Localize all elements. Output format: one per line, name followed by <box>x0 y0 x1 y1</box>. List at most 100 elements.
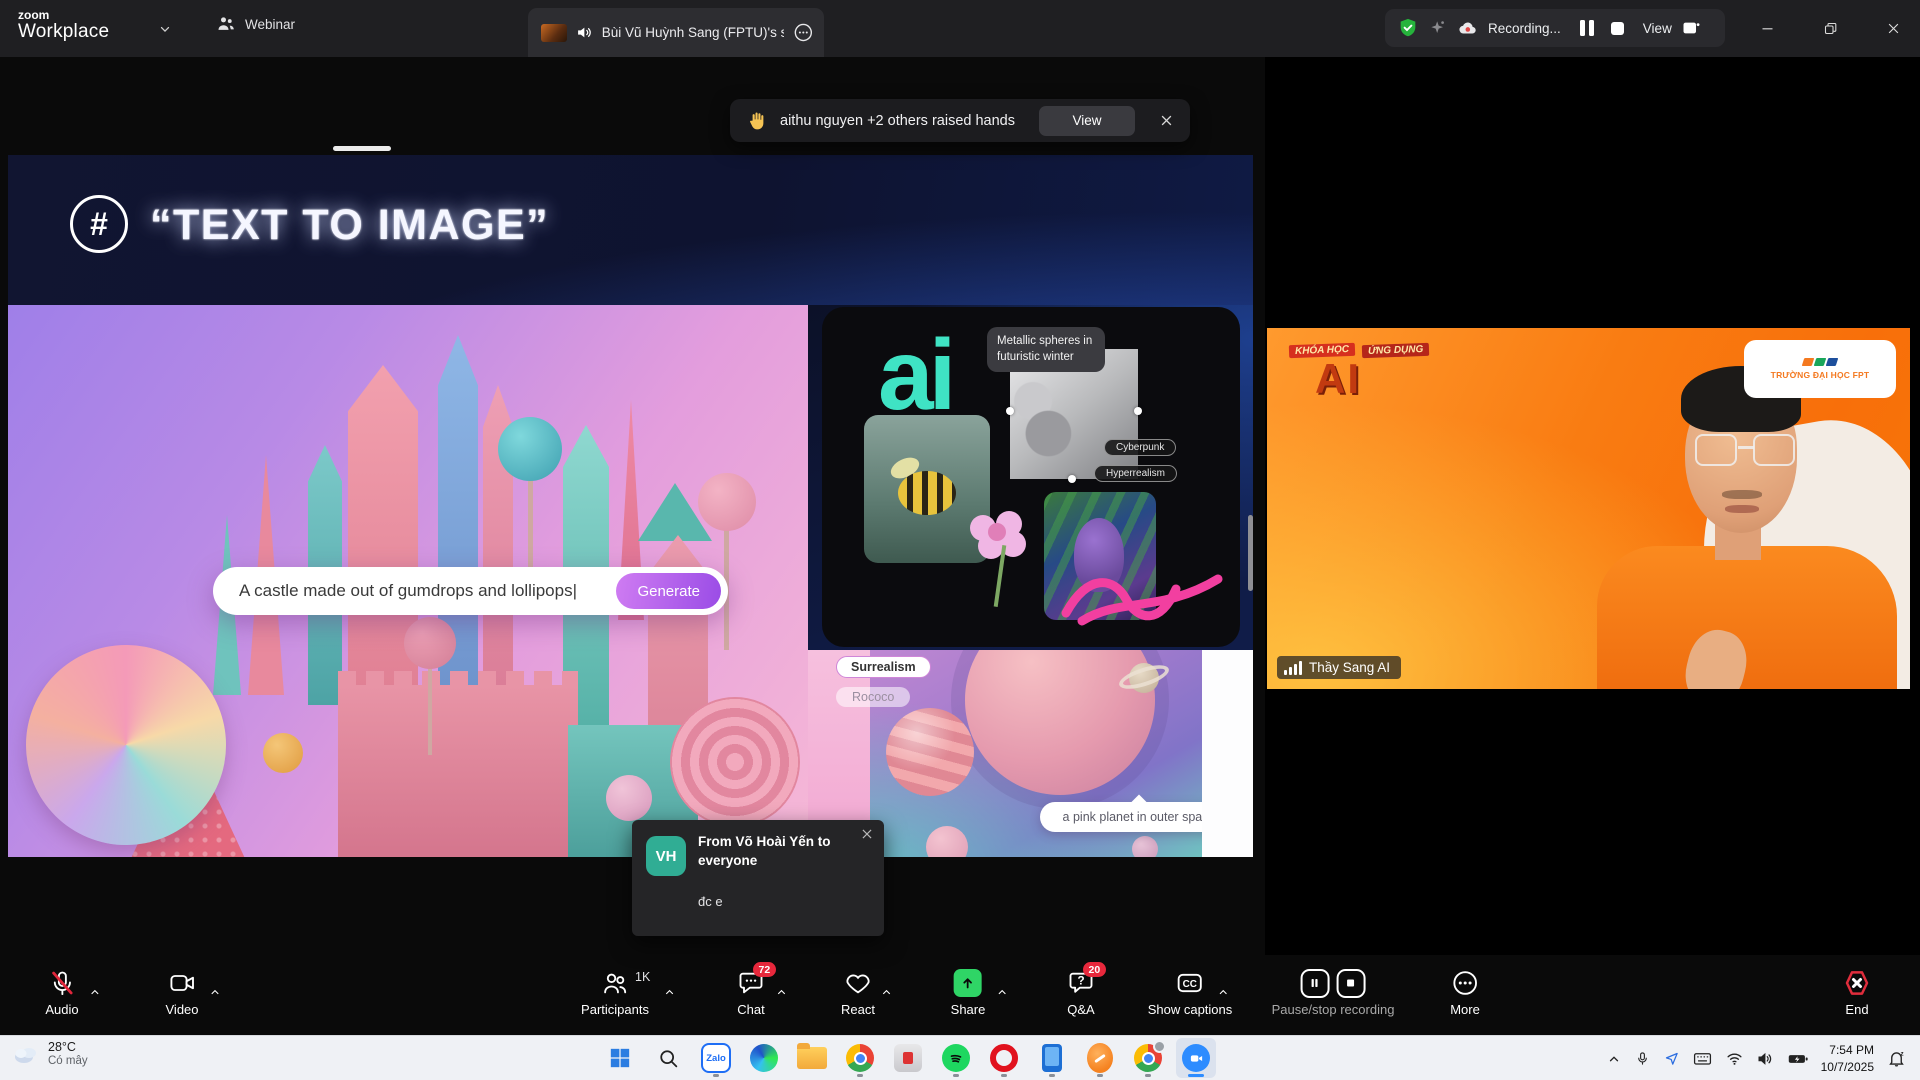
tray-keyboard-icon[interactable] <box>1693 1051 1712 1066</box>
weather-temperature: 28°C <box>48 1039 88 1055</box>
tab-webinar[interactable]: Webinar <box>216 14 295 34</box>
participant-name: Thầy Sang AI <box>1309 660 1390 675</box>
react-button[interactable]: React <box>841 955 875 1035</box>
more-icon <box>1451 969 1479 997</box>
spiral-lollipop <box>670 697 800 827</box>
qa-badge: 20 <box>1083 962 1106 977</box>
notification-bell-icon[interactable]: z <box>1887 1049 1906 1068</box>
react-options-chevron[interactable] <box>880 986 893 999</box>
prompt-input[interactable]: A castle made out of gumdrops and lollip… <box>213 567 728 615</box>
chat-badge: 72 <box>753 962 776 977</box>
pause-recording-button[interactable] <box>1300 969 1329 998</box>
stop-recording-button[interactable] <box>1336 969 1365 998</box>
participants-icon <box>601 969 629 997</box>
heart-icon <box>844 969 872 997</box>
tray-mic-icon[interactable] <box>1635 1051 1650 1066</box>
logo-text-workplace: Workplace <box>18 22 109 42</box>
course-logo: KHÓA HỌC ỨNG DỤNG AI <box>1289 340 1429 400</box>
chat-popup-close-icon[interactable] <box>860 827 874 841</box>
share-screen-icon <box>954 969 982 997</box>
chat-notification-popup[interactable]: VH From Võ Hoài Yến to everyone đc e <box>632 820 884 936</box>
taskbar-app[interactable] <box>888 1038 928 1078</box>
banner-close-icon[interactable] <box>1159 113 1174 128</box>
taskbar-chrome[interactable] <box>840 1038 880 1078</box>
chat-label: Chat <box>737 1002 764 1017</box>
share-options-chevron[interactable] <box>996 986 1009 999</box>
restore-button[interactable] <box>1815 14 1845 42</box>
view-layout-icon[interactable] <box>1681 18 1701 38</box>
audio-button[interactable]: Audio <box>45 955 78 1035</box>
tray-wifi-icon[interactable] <box>1726 1051 1743 1066</box>
meeting-content-area: # “TEXT TO IMAGE” <box>0 57 1920 955</box>
tab-webinar-label: Webinar <box>245 17 295 32</box>
taskbar-chrome-profile[interactable] <box>1128 1038 1168 1078</box>
start-button[interactable] <box>600 1038 640 1078</box>
ai-showcase-background: ai Metallic spheres in futuristic winter… <box>808 305 1253 650</box>
end-button[interactable]: End <box>1842 955 1872 1035</box>
stop-recording-icon[interactable] <box>1611 22 1624 35</box>
taskbar-zoom-active[interactable] <box>1176 1038 1216 1078</box>
tray-battery-icon[interactable] <box>1788 1052 1808 1066</box>
video-button[interactable]: Video <box>165 955 198 1035</box>
taskbar-clock[interactable]: 7:54 PM 10/7/2025 <box>1821 1042 1874 1074</box>
tab-meeting-active[interactable]: Bùi Vũ Huỳnh Sang (FPTU)'s s <box>528 8 824 57</box>
hash-glyph: # <box>90 206 108 243</box>
weather-widget[interactable]: 28°C Có mây <box>12 1039 88 1069</box>
slide-scrollbar[interactable] <box>1248 515 1253 591</box>
course-logo-line1: KHÓA HỌC <box>1289 343 1355 358</box>
banner-view-button[interactable]: View <box>1039 106 1135 136</box>
raised-hand-icon <box>746 110 768 132</box>
taskbar-zalo[interactable]: Zalo <box>696 1038 736 1078</box>
minimize-button[interactable] <box>1752 14 1782 42</box>
generate-button[interactable]: Generate <box>616 573 721 609</box>
university-badge-label: TRƯỜNG ĐẠI HỌC FPT <box>1771 370 1870 380</box>
participants-button[interactable]: 1K Participants <box>581 955 649 1035</box>
view-button[interactable]: View <box>1643 21 1672 36</box>
video-options-chevron[interactable] <box>208 986 221 999</box>
slide-title: “TEXT TO IMAGE” <box>150 201 549 250</box>
clock-date: 10/7/2025 <box>1821 1059 1874 1075</box>
speaker-icon <box>576 24 593 41</box>
taskbar-edge[interactable] <box>744 1038 784 1078</box>
taskbar-opera[interactable] <box>984 1038 1024 1078</box>
close-button[interactable] <box>1878 14 1908 42</box>
captions-button[interactable]: CC Show captions <box>1148 955 1233 1035</box>
audio-options-chevron[interactable] <box>88 986 101 999</box>
taskbar-spotify[interactable] <box>936 1038 976 1078</box>
share-toolbar-handle[interactable] <box>333 146 391 151</box>
search-button[interactable] <box>648 1038 688 1078</box>
taskbar-orange-app[interactable] <box>1080 1038 1120 1078</box>
security-shield-icon[interactable] <box>1397 17 1419 39</box>
taskbar-file-explorer[interactable] <box>792 1038 832 1078</box>
speaker-body <box>1597 546 1897 689</box>
fpt-logo-icon <box>1803 358 1837 366</box>
raised-hands-message: aithu nguyen +2 others raised hands <box>780 113 1039 129</box>
svg-text:?: ? <box>1077 975 1084 988</box>
tray-volume-icon[interactable] <box>1757 1051 1774 1066</box>
windows-logo-icon <box>609 1047 631 1069</box>
prompt-tooltip: Metallic spheres in futuristic winter <box>987 327 1105 372</box>
ai-companion-sparkle-icon[interactable] <box>1428 18 1448 38</box>
speaker-video-feed[interactable]: KHÓA HỌC ỨNG DỤNG AI TRƯỜNG ĐẠI HỌC FPT … <box>1267 328 1910 689</box>
chevron-down-icon[interactable] <box>158 22 172 36</box>
captions-options-chevron[interactable] <box>1217 986 1230 999</box>
chat-button[interactable]: 72 Chat <box>737 955 765 1035</box>
more-button[interactable]: More <box>1450 955 1480 1035</box>
svg-text:z: z <box>1900 1050 1903 1057</box>
taskbar-phone-link[interactable] <box>1032 1038 1072 1078</box>
planet-caption: a pink planet in outer space <box>1040 802 1202 832</box>
more-options-icon[interactable] <box>793 22 814 43</box>
qa-button[interactable]: ? 20 Q&A <box>1067 955 1095 1035</box>
recording-label: Recording... <box>1488 21 1561 36</box>
tray-location-icon[interactable] <box>1664 1051 1679 1066</box>
pause-recording-icon[interactable] <box>1580 20 1594 36</box>
chat-options-chevron[interactable] <box>775 986 788 999</box>
participants-options-chevron[interactable] <box>663 986 676 999</box>
share-button[interactable]: Share <box>951 955 986 1035</box>
qa-label: Q&A <box>1067 1002 1094 1017</box>
glasses <box>1695 434 1737 466</box>
tray-expand-chevron[interactable] <box>1607 1052 1621 1066</box>
captions-label: Show captions <box>1148 1002 1233 1017</box>
weather-condition: Có mây <box>48 1055 88 1069</box>
zalo-icon: Zalo <box>701 1043 731 1073</box>
